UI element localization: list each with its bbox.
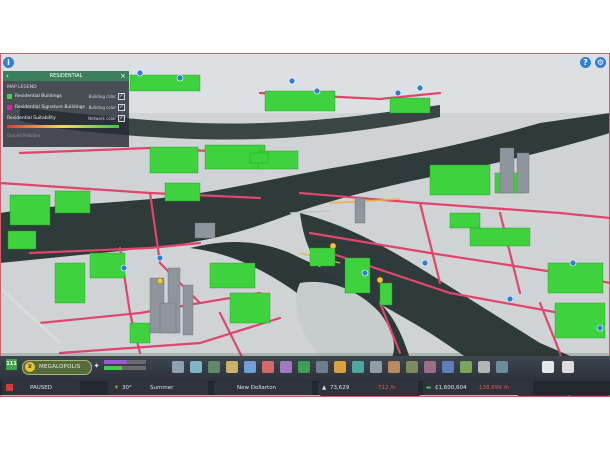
legend-checkbox[interactable]: ✓ bbox=[118, 115, 125, 122]
statistics-tool-icon[interactable] bbox=[460, 361, 472, 373]
money-change: -138,699 /h bbox=[477, 385, 509, 391]
policies-tool-icon[interactable] bbox=[424, 361, 436, 373]
sun-icon: ☀ bbox=[114, 385, 119, 391]
build-tools bbox=[166, 360, 606, 376]
legend-row-residential-suitability: Residential Suitability Network color ✓ bbox=[7, 115, 125, 123]
milestone-badge[interactable]: 111 bbox=[6, 359, 17, 370]
money: ₵1,600,604 bbox=[435, 385, 467, 391]
education-tool-icon[interactable] bbox=[280, 361, 292, 373]
legend-row-note: Building color bbox=[88, 94, 116, 99]
green-progress-bar bbox=[104, 366, 146, 370]
legend-row-label: Residential Buildings bbox=[15, 94, 62, 99]
season: Summer bbox=[150, 385, 174, 391]
status-bar: PAUSED ☀ 30° Summer New Dollarton ▲ 73,6… bbox=[0, 381, 610, 395]
trophy-icon: ♛ bbox=[25, 362, 35, 372]
landscaping-tool-icon[interactable] bbox=[370, 361, 382, 373]
money-icon: ▬ bbox=[426, 385, 432, 391]
city-name[interactable]: New Dollarton bbox=[237, 381, 276, 395]
legend-checkbox[interactable]: ✓ bbox=[118, 93, 125, 100]
legend-title: RESIDENTIAL bbox=[49, 73, 83, 79]
map-legend-panel: ‹ RESIDENTIAL × MAP LEGEND Residential B… bbox=[3, 71, 129, 147]
progress-bars bbox=[104, 360, 146, 372]
legend-row-note: Network color bbox=[88, 116, 116, 121]
legend-header: ‹ RESIDENTIAL × bbox=[3, 71, 129, 81]
communications-tool-icon[interactable] bbox=[352, 361, 364, 373]
population: 73,629 bbox=[330, 385, 350, 391]
legend-row-note: Building color bbox=[88, 105, 116, 110]
legend-swatch bbox=[7, 94, 12, 99]
population-icon: ▲ bbox=[322, 385, 327, 391]
building-panel-icon[interactable] bbox=[542, 361, 554, 373]
parks-tool-icon[interactable] bbox=[298, 361, 310, 373]
police-tool-icon[interactable] bbox=[316, 361, 328, 373]
legend-row-label: Residential Suitability bbox=[7, 116, 56, 121]
infoview-tool-icon[interactable] bbox=[406, 361, 418, 373]
legend-row-label: Residential Signature Buildings bbox=[15, 105, 85, 110]
legend-checkbox[interactable]: ✓ bbox=[118, 104, 125, 111]
budget-tool-icon[interactable] bbox=[442, 361, 454, 373]
electricity-tool-icon[interactable] bbox=[226, 361, 238, 373]
areas-tool-icon[interactable] bbox=[208, 361, 220, 373]
pause-icon[interactable] bbox=[6, 384, 13, 391]
bulldoze-tool-icon[interactable] bbox=[478, 361, 490, 373]
population-change: -712 /h bbox=[376, 385, 396, 391]
temperature: 30° bbox=[122, 385, 132, 391]
help-icon[interactable]: ? bbox=[580, 57, 591, 68]
health-tool-icon[interactable] bbox=[262, 361, 274, 373]
water-tool-icon[interactable] bbox=[244, 361, 256, 373]
close-icon[interactable]: × bbox=[120, 72, 126, 80]
gear-icon[interactable]: ⚙ bbox=[595, 57, 606, 68]
legend-row-signature-buildings: Residential Signature Buildings Building… bbox=[7, 104, 125, 112]
roads-tool-icon[interactable] bbox=[172, 361, 184, 373]
city-tier-label: MEGALOPOLIS bbox=[39, 364, 81, 370]
chirper-bird-icon[interactable]: ✦ bbox=[92, 362, 101, 371]
simulation-state: PAUSED bbox=[30, 385, 52, 391]
transport-tool-icon[interactable] bbox=[334, 361, 346, 373]
city-tier-pill[interactable]: ♛ MEGALOPOLIS bbox=[22, 360, 92, 375]
legend-faded-label: Ground Pollution bbox=[7, 133, 41, 138]
info-icon[interactable]: i bbox=[3, 57, 14, 68]
legend-row-residential-buildings: Residential Buildings Building color ✓ bbox=[7, 93, 125, 101]
suitability-gradient bbox=[7, 125, 119, 128]
purple-progress-bar bbox=[104, 360, 146, 364]
photo-mode-icon[interactable] bbox=[496, 361, 508, 373]
legend-swatch bbox=[7, 105, 12, 110]
zoning-tool-icon[interactable] bbox=[190, 361, 202, 373]
signature-tool-icon[interactable] bbox=[388, 361, 400, 373]
legend-section-title: MAP LEGEND bbox=[7, 85, 37, 90]
zoom-icon[interactable] bbox=[562, 361, 574, 373]
